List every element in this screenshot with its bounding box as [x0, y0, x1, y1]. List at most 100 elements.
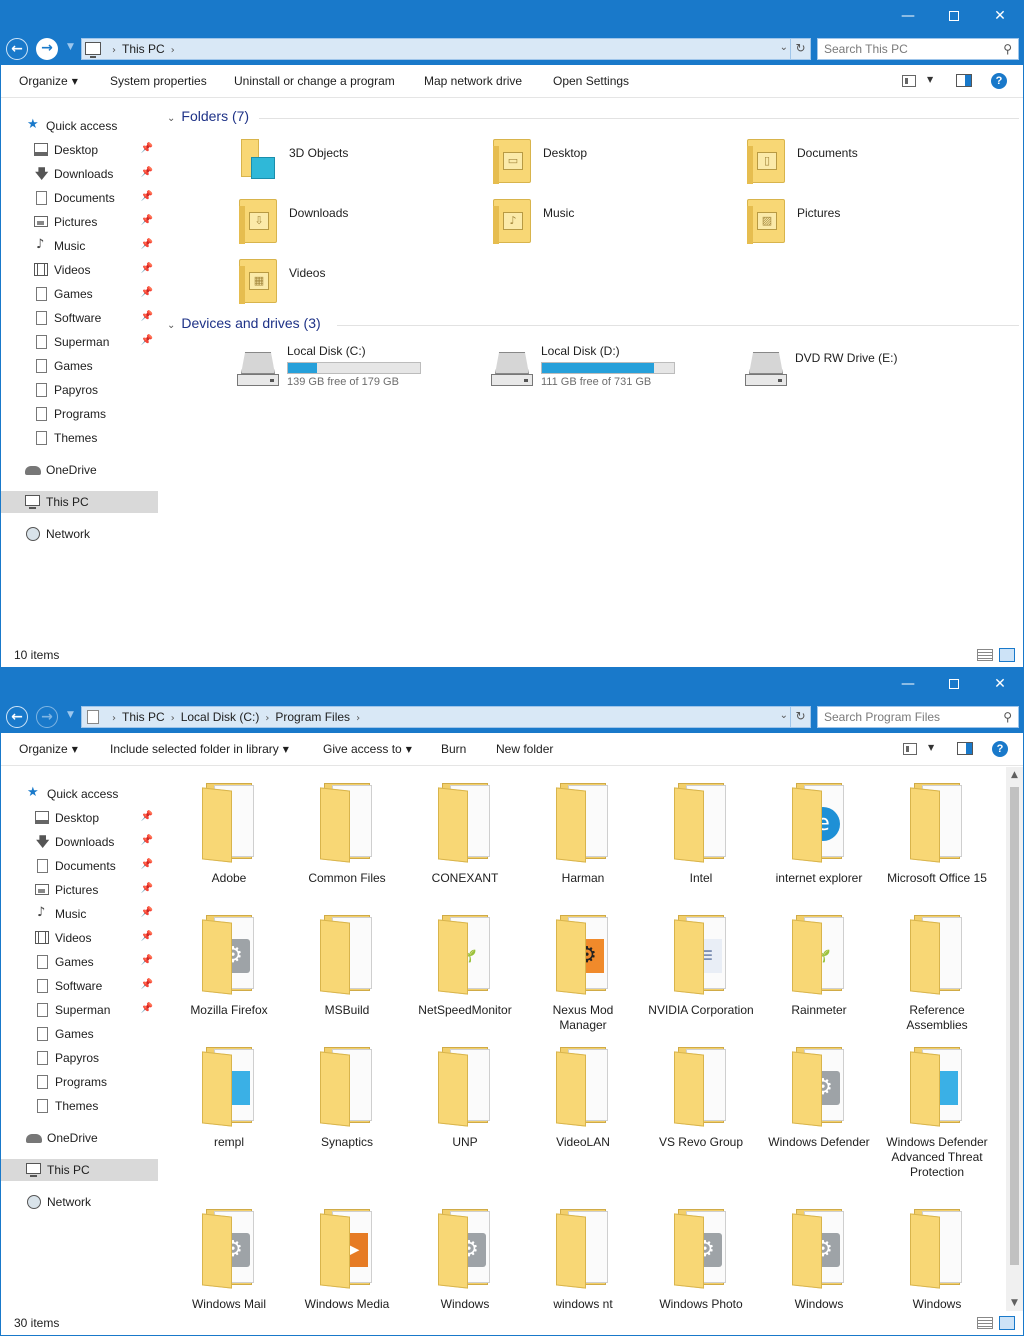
recent-locations-dropdown[interactable]: ▼ — [67, 710, 74, 720]
close-button[interactable]: ✕ — [977, 1, 1023, 33]
pin-icon[interactable]: 📌 — [141, 835, 153, 846]
folder-tile[interactable]: Reference Assemblies — [883, 913, 991, 1033]
new-folder-button[interactable]: New folder — [496, 742, 553, 756]
maximize-button[interactable] — [931, 669, 977, 701]
sidebar-item-programs[interactable]: Programs — [1, 403, 158, 425]
folder-tile[interactable]: ⚙ Windows Photo — [647, 1207, 755, 1312]
folder-tile[interactable]: Harman — [529, 781, 637, 886]
search-input[interactable] — [824, 710, 994, 724]
refresh-button[interactable]: ↻ — [790, 707, 810, 727]
sidebar-item-software[interactable]: Software 📌 — [1, 975, 158, 997]
folder-tile[interactable]: ⚙ Mozilla Firefox — [175, 913, 283, 1018]
sidebar-item-pictures[interactable]: Pictures 📌 — [1, 211, 158, 233]
folder-tile-desktop[interactable]: ▭ Desktop — [493, 139, 733, 191]
minimize-button[interactable]: — — [885, 1, 931, 33]
view-options-dropdown[interactable]: ▼ — [928, 743, 934, 752]
vertical-scrollbar[interactable]: ▲ ▼ — [1006, 767, 1023, 1312]
folder-tile[interactable]: Adobe — [175, 781, 283, 886]
details-view-icon[interactable] — [977, 1317, 993, 1329]
address-bar[interactable]: › This PC › Local Disk (C:) › Program Files › … — [81, 706, 811, 728]
give-access-menu[interactable]: Give access to ▼ — [323, 742, 412, 756]
address-dropdown-icon[interactable]: ⌄ — [780, 710, 788, 721]
close-button[interactable]: ✕ — [977, 669, 1023, 701]
folders-group-header[interactable]: ⌄ Folders (7) — [167, 108, 249, 124]
sidebar-item-pictures[interactable]: Pictures 📌 — [1, 879, 158, 901]
folder-tile[interactable]: UNP — [411, 1045, 519, 1150]
pin-icon[interactable]: 📌 — [141, 811, 153, 822]
folder-tile[interactable]: Microsoft Office 15 — [883, 781, 991, 886]
pin-icon[interactable]: 📌 — [141, 1003, 153, 1014]
breadcrumb-separator-icon[interactable]: › — [171, 45, 175, 56]
folder-tile[interactable]: ⚙ Nexus Mod Manager — [529, 913, 637, 1033]
refresh-button[interactable]: ↻ — [790, 39, 810, 59]
forward-button[interactable]: → — [36, 38, 58, 60]
pin-icon[interactable]: 📌 — [141, 191, 153, 202]
change-view-icon[interactable] — [903, 743, 917, 755]
sidebar-item-superman[interactable]: Superman 📌 — [1, 999, 158, 1021]
organize-menu[interactable]: Organize ▼ — [19, 742, 78, 756]
sidebar-item-superman[interactable]: Superman 📌 — [1, 331, 158, 353]
sidebar-item-videos[interactable]: Videos 📌 — [1, 927, 158, 949]
folder-tile[interactable]: Windows — [883, 1207, 991, 1312]
sidebar-item-themes[interactable]: Themes — [1, 427, 158, 449]
folder-tile-3d-objects[interactable]: 3D Objects — [239, 139, 479, 191]
breadcrumb-separator-icon[interactable]: › — [265, 713, 269, 724]
address-bar[interactable]: › This PC › ⌄ ↻ — [81, 38, 811, 60]
folder-tile[interactable]: Windows Defender Advanced Threat Protect… — [883, 1045, 991, 1180]
sidebar-item-games[interactable]: Games 📌 — [1, 283, 158, 305]
sidebar-item-quick-access[interactable]: ★ Quick access — [1, 115, 158, 137]
scrollbar-thumb[interactable] — [1010, 787, 1019, 1265]
folder-tile[interactable]: VS Revo Group — [647, 1045, 755, 1150]
breadcrumb-this-pc[interactable]: This PC — [122, 42, 165, 56]
back-button[interactable]: ← — [6, 38, 28, 60]
pin-icon[interactable]: 📌 — [141, 859, 153, 870]
sidebar-item-games-2[interactable]: Games — [1, 1023, 158, 1045]
sidebar-item-onedrive[interactable]: OneDrive — [1, 1127, 158, 1149]
folder-tile[interactable]: ⚙ Windows Mail — [175, 1207, 283, 1312]
pin-icon[interactable]: 📌 — [141, 143, 153, 154]
pin-icon[interactable]: 📌 — [141, 167, 153, 178]
breadcrumb-local-disk-c[interactable]: Local Disk (C:) — [181, 710, 260, 724]
large-icons-view-icon[interactable] — [999, 648, 1015, 662]
search-box[interactable]: ⚲ — [817, 38, 1019, 60]
preview-pane-icon[interactable] — [956, 74, 972, 87]
sidebar-item-software[interactable]: Software 📌 — [1, 307, 158, 329]
change-view-icon[interactable] — [902, 75, 916, 87]
sidebar-item-music[interactable]: ♪ Music 📌 — [1, 235, 158, 257]
drive-tile-c[interactable]: Local Disk (C:) 139 GB free of 179 GB — [237, 344, 487, 396]
folder-tile[interactable]: Intel — [647, 781, 755, 886]
pin-icon[interactable]: 📌 — [141, 335, 153, 346]
sidebar-item-downloads[interactable]: 🡇 Downloads 📌 — [1, 163, 158, 185]
search-input[interactable] — [824, 42, 994, 56]
details-view-icon[interactable] — [977, 649, 993, 661]
address-dropdown-icon[interactable]: ⌄ — [780, 42, 788, 53]
drive-tile-d[interactable]: Local Disk (D:) 111 GB free of 731 GB — [491, 344, 741, 396]
folder-tile-documents[interactable]: ▯ Documents — [747, 139, 987, 191]
folder-tile[interactable]: ⚙ Windows — [411, 1207, 519, 1312]
sidebar-item-quick-access[interactable]: ★ Quick access — [1, 783, 158, 805]
folder-tile[interactable]: rempl — [175, 1045, 283, 1150]
maximize-button[interactable] — [931, 1, 977, 33]
sidebar-item-desktop[interactable]: Desktop 📌 — [1, 139, 158, 161]
search-box[interactable]: ⚲ — [817, 706, 1019, 728]
pin-icon[interactable]: 📌 — [141, 979, 153, 990]
pin-icon[interactable]: 📌 — [141, 907, 153, 918]
view-options-dropdown[interactable]: ▼ — [927, 75, 933, 84]
folder-tile-downloads[interactable]: ⇩ Downloads — [239, 199, 479, 251]
scroll-down-icon[interactable]: ▼ — [1006, 1295, 1023, 1312]
pin-icon[interactable]: 📌 — [141, 287, 153, 298]
folder-tile[interactable]: VideoLAN — [529, 1045, 637, 1150]
sidebar-item-music[interactable]: ♪ Music 📌 — [1, 903, 158, 925]
help-icon[interactable]: ? — [991, 73, 1007, 89]
help-icon[interactable]: ? — [992, 741, 1008, 757]
sidebar-item-network[interactable]: Network — [1, 523, 158, 545]
sidebar-item-games[interactable]: Games 📌 — [1, 951, 158, 973]
forward-button[interactable]: → — [36, 706, 58, 728]
breadcrumb-separator-icon[interactable]: › — [356, 713, 360, 724]
scroll-up-icon[interactable]: ▲ — [1006, 767, 1023, 784]
folder-tile-music[interactable]: ♪ Music — [493, 199, 733, 251]
folder-tile-videos[interactable]: ▦ Videos — [239, 259, 479, 311]
include-in-library-menu[interactable]: Include selected folder in library ▼ — [110, 742, 289, 756]
open-settings-button[interactable]: Open Settings — [553, 74, 629, 88]
sidebar-item-onedrive[interactable]: OneDrive — [1, 459, 158, 481]
